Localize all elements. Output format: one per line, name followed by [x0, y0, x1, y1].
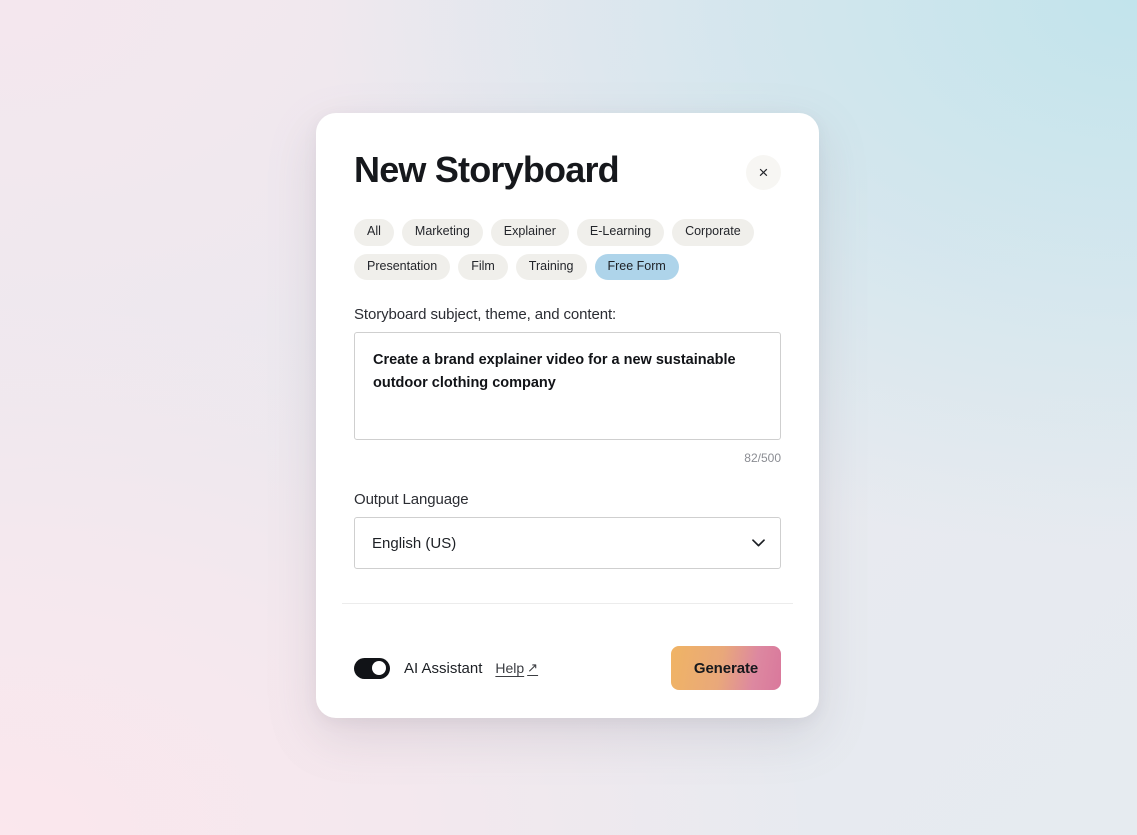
language-field-label: Output Language	[354, 491, 469, 509]
character-counter: 82/500	[744, 451, 781, 466]
close-icon: ×	[758, 163, 769, 182]
modal-header: New Storyboard ×	[354, 151, 781, 190]
subject-input[interactable]	[354, 332, 781, 441]
new-storyboard-modal: New Storyboard × All Marketing Explainer…	[316, 113, 819, 718]
chip-marketing[interactable]: Marketing	[401, 219, 483, 246]
footer-divider	[342, 603, 793, 604]
language-select-wrapper: English (US)	[354, 517, 781, 570]
modal-footer: AI Assistant Help ↗ Generate	[354, 633, 781, 703]
language-select[interactable]: English (US)	[354, 517, 781, 570]
ai-assistant-toggle[interactable]	[354, 657, 390, 679]
toggle-knob	[372, 661, 386, 675]
subject-field-label: Storyboard subject, theme, and content:	[354, 306, 617, 324]
chip-film[interactable]: Film	[458, 253, 508, 281]
help-link[interactable]: Help ↗	[495, 660, 538, 676]
page-backdrop: New Storyboard × All Marketing Explainer…	[0, 0, 1137, 835]
generate-button[interactable]: Generate	[671, 646, 781, 690]
help-link-label: Help	[495, 660, 525, 676]
ai-assistant-label: AI Assistant	[404, 659, 483, 677]
close-button[interactable]: ×	[746, 155, 781, 190]
chip-training[interactable]: Training	[515, 253, 587, 281]
page-title: New Storyboard	[354, 149, 620, 190]
chip-explainer[interactable]: Explainer	[490, 219, 569, 246]
external-link-arrow-icon: ↗	[527, 660, 539, 675]
chip-e-learning[interactable]: E-Learning	[576, 219, 665, 246]
chip-presentation[interactable]: Presentation	[354, 253, 451, 281]
category-chip-group: All Marketing Explainer E-Learning Corpo…	[354, 219, 754, 281]
footer-left-group: AI Assistant Help ↗	[354, 657, 538, 679]
modal-content: New Storyboard × All Marketing Explainer…	[316, 113, 819, 570]
chip-all[interactable]: All	[354, 219, 394, 246]
chip-free-form[interactable]: Free Form	[594, 253, 679, 281]
chip-corporate[interactable]: Corporate	[672, 219, 754, 246]
